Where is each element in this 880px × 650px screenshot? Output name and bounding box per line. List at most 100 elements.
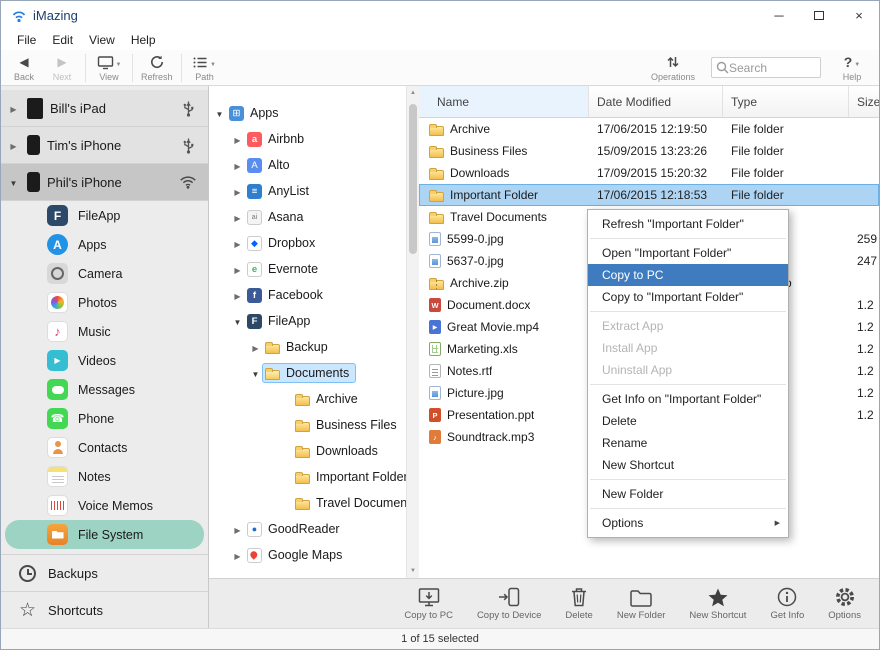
context-menu-item[interactable]: Extract App bbox=[588, 315, 788, 337]
tree-scrollbar[interactable] bbox=[406, 86, 419, 578]
sidebar-item-shortcuts[interactable]: Shortcuts bbox=[1, 591, 208, 628]
context-menu-item[interactable]: Rename bbox=[588, 432, 788, 454]
copy-to-pc-button[interactable]: Copy to PC bbox=[404, 586, 453, 621]
context-menu-item[interactable]: Uninstall App bbox=[588, 359, 788, 381]
sidebar-item[interactable]: Notes bbox=[1, 462, 208, 491]
back-button[interactable]: Back bbox=[5, 54, 43, 82]
path-button[interactable]: Path bbox=[186, 54, 224, 82]
context-menu-item[interactable]: Copy to PC bbox=[588, 264, 788, 286]
sidebar-item[interactable]: Music bbox=[1, 317, 208, 346]
tree-expand-arrow[interactable] bbox=[231, 286, 244, 304]
context-menu-item[interactable]: Open "Important Folder" bbox=[588, 242, 788, 264]
tree-expand-arrow[interactable] bbox=[249, 338, 262, 356]
tree-item[interactable]: Facebook bbox=[209, 282, 406, 308]
sidebar-device-row[interactable]: Tim's iPhone bbox=[1, 127, 208, 164]
new-folder-button[interactable]: New Folder bbox=[617, 586, 665, 621]
tree-item[interactable]: GoodReader bbox=[209, 516, 406, 542]
tree-item[interactable]: AnyList bbox=[209, 178, 406, 204]
context-menu-item[interactable]: Copy to "Important Folder" bbox=[588, 286, 788, 308]
file-row[interactable]: Business Files 15/09/2015 13:23:26 File … bbox=[419, 140, 879, 162]
tree-item[interactable]: Important Folder bbox=[209, 464, 406, 490]
view-button[interactable]: View bbox=[90, 54, 128, 82]
tree-expand-arrow[interactable] bbox=[231, 208, 244, 226]
menu-bar-item[interactable]: Help bbox=[123, 33, 164, 47]
tree-item[interactable]: Dropbox bbox=[209, 230, 406, 256]
sidebar-item[interactable]: Camera bbox=[1, 259, 208, 288]
copy-to-device-button[interactable]: Copy to Device bbox=[477, 586, 541, 621]
tree-item[interactable]: Archive bbox=[209, 386, 406, 412]
menu-bar-item[interactable]: File bbox=[9, 33, 44, 47]
tree-item[interactable]: Alto bbox=[209, 152, 406, 178]
tree-expand-arrow[interactable] bbox=[231, 312, 244, 330]
minimize-button[interactable]: ─ bbox=[759, 1, 799, 30]
sidebar-item[interactable]: Voice Memos bbox=[1, 491, 208, 520]
tree-item[interactable]: Evernote bbox=[209, 256, 406, 282]
close-button[interactable]: × bbox=[839, 1, 879, 30]
tree-expand-arrow[interactable] bbox=[231, 520, 244, 538]
next-button[interactable]: Next bbox=[43, 54, 81, 82]
sidebar-item[interactable]: File System bbox=[5, 520, 204, 549]
column-header-type[interactable]: Type bbox=[723, 86, 849, 117]
context-menu-item[interactable] bbox=[590, 384, 786, 385]
tree-item[interactable]: Asana bbox=[209, 204, 406, 230]
context-menu-item[interactable]: Delete bbox=[588, 410, 788, 432]
tree-item[interactable]: Google Maps bbox=[209, 542, 406, 568]
maximize-button[interactable] bbox=[799, 1, 839, 30]
tree-item[interactable]: Documents bbox=[209, 360, 406, 386]
operations-button[interactable]: Operations bbox=[647, 54, 699, 82]
tree-expand-arrow[interactable] bbox=[213, 104, 226, 122]
tree-item[interactable]: Backup bbox=[209, 334, 406, 360]
tree-expand-arrow[interactable] bbox=[231, 546, 244, 564]
tree-item[interactable]: Airbnb bbox=[209, 126, 406, 152]
sidebar-item[interactable]: FileApp bbox=[1, 201, 208, 230]
file-row[interactable]: Downloads 17/09/2015 15:20:32 File folde… bbox=[419, 162, 879, 184]
sidebar-item[interactable]: Contacts bbox=[1, 433, 208, 462]
search-input[interactable] bbox=[729, 60, 813, 75]
context-menu-item[interactable]: New Shortcut bbox=[588, 454, 788, 476]
sidebar-device-row[interactable]: Phil's iPhone bbox=[1, 164, 208, 201]
sidebar-item[interactable]: Apps bbox=[1, 230, 208, 259]
tree-item[interactable]: Downloads bbox=[209, 438, 406, 464]
tree-expand-arrow[interactable] bbox=[231, 234, 244, 252]
context-menu-item[interactable]: Install App bbox=[588, 337, 788, 359]
new-shortcut-button[interactable]: New Shortcut bbox=[689, 586, 746, 621]
options-button[interactable]: Options bbox=[828, 586, 861, 621]
column-header-date-modified[interactable]: Date Modified bbox=[589, 86, 723, 117]
column-header-size[interactable]: Size bbox=[849, 86, 879, 117]
file-row[interactable]: Important Folder 17/06/2015 12:18:53 Fil… bbox=[419, 184, 879, 206]
refresh-button[interactable]: Refresh bbox=[137, 54, 177, 82]
context-menu-item[interactable] bbox=[590, 238, 786, 239]
sidebar-item[interactable]: Videos bbox=[1, 346, 208, 375]
tree-item[interactable]: Apps bbox=[209, 100, 406, 126]
context-menu-item[interactable]: Refresh "Important Folder" bbox=[588, 213, 788, 235]
sidebar-item-backups[interactable]: Backups bbox=[1, 554, 208, 591]
tree-expand-arrow[interactable] bbox=[231, 130, 244, 148]
column-header-name[interactable]: Name bbox=[419, 86, 589, 117]
device-expand-arrow[interactable] bbox=[7, 173, 20, 191]
scroll-down-icon[interactable] bbox=[407, 564, 419, 578]
tree-item[interactable]: Business Files bbox=[209, 412, 406, 438]
scrollbar-thumb[interactable] bbox=[409, 104, 417, 254]
sidebar-device-row[interactable]: Bill's iPad bbox=[1, 90, 208, 127]
context-menu-item[interactable] bbox=[590, 311, 786, 312]
tree-expand-arrow[interactable] bbox=[231, 260, 244, 278]
search-box[interactable] bbox=[711, 57, 821, 78]
sidebar-item[interactable]: Photos bbox=[1, 288, 208, 317]
context-menu-item[interactable]: Options ▶ bbox=[588, 512, 788, 534]
delete-button[interactable]: Delete bbox=[565, 586, 593, 621]
scroll-up-icon[interactable] bbox=[407, 86, 419, 100]
context-menu-item[interactable] bbox=[590, 508, 786, 509]
device-expand-arrow[interactable] bbox=[7, 136, 20, 154]
context-menu-item[interactable] bbox=[590, 479, 786, 480]
tree-item[interactable]: FileApp bbox=[209, 308, 406, 334]
sidebar-item[interactable]: Messages bbox=[1, 375, 208, 404]
menu-bar-item[interactable]: Edit bbox=[44, 33, 81, 47]
tree-expand-arrow[interactable] bbox=[231, 182, 244, 200]
tree-expand-arrow[interactable] bbox=[249, 364, 262, 382]
menu-bar-item[interactable]: View bbox=[81, 33, 123, 47]
sidebar-item[interactable]: Phone bbox=[1, 404, 208, 433]
file-row[interactable]: Archive 17/06/2015 12:19:50 File folder bbox=[419, 118, 879, 140]
context-menu-item[interactable]: Get Info on "Important Folder" bbox=[588, 388, 788, 410]
tree-item[interactable]: Travel Documents bbox=[209, 490, 406, 516]
device-expand-arrow[interactable] bbox=[7, 99, 20, 117]
